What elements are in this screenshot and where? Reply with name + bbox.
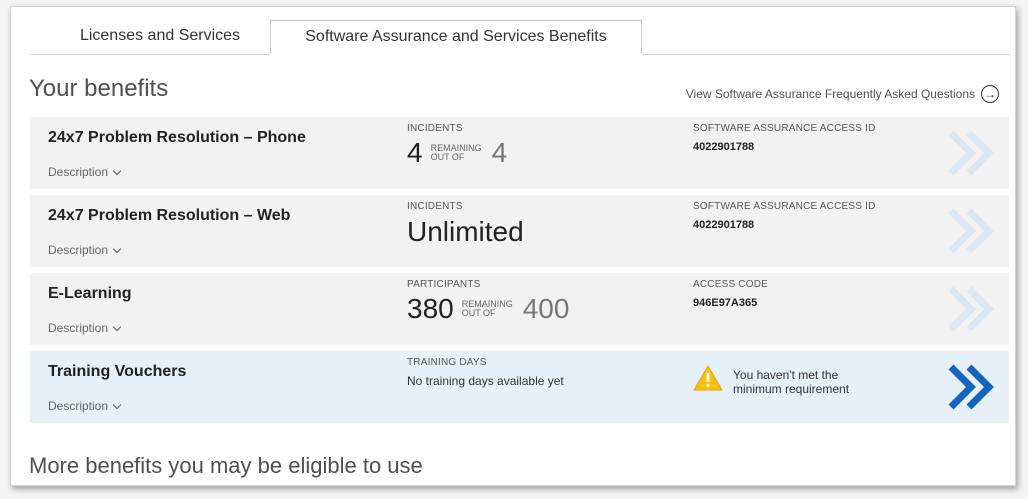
- description-label: Description: [48, 399, 109, 413]
- access-id-value: 4022901788: [693, 219, 755, 231]
- remaining-out-of-label: REMAINING OUT OF: [462, 300, 513, 318]
- chevron-down-icon: [112, 400, 122, 409]
- description-label: Description: [48, 243, 109, 257]
- remaining-out-of-label: REMAINING OUT OF: [431, 144, 482, 162]
- out-of-label: OUT OF: [430, 152, 465, 162]
- chevron-down-icon: [112, 322, 122, 331]
- requirement-warning: You haven't met the minimum requirement: [693, 365, 863, 396]
- double-chevron-right-icon[interactable]: [945, 127, 1001, 179]
- access-code-label: ACCESS CODE: [693, 279, 768, 290]
- tab-bar: Licenses and Services Software Assurance…: [30, 20, 1010, 55]
- metric-label: PARTICIPANTS: [407, 279, 481, 290]
- description-toggle[interactable]: Description: [48, 399, 122, 413]
- out-of-label: OUT OF: [461, 308, 496, 318]
- benefit-row-web: 24x7 Problem Resolution – Web Descriptio…: [30, 195, 1009, 267]
- unlimited-value: Unlimited: [407, 216, 524, 247]
- benefit-title: E-Learning: [48, 285, 132, 302]
- access-id-column: SOFTWARE ASSURANCE ACCESS ID 4022901788: [693, 201, 876, 231]
- description-toggle[interactable]: Description: [48, 243, 122, 257]
- chevron-down-icon: [112, 166, 122, 175]
- double-chevron-right-icon[interactable]: [945, 205, 1001, 257]
- access-id-label: SOFTWARE ASSURANCE ACCESS ID: [693, 201, 876, 212]
- access-id-value: 4022901788: [693, 141, 755, 153]
- participant-counter: 380 REMAINING OUT OF 400: [407, 294, 569, 324]
- faq-link[interactable]: View Software Assurance Frequently Asked…: [686, 85, 999, 103]
- incidents-column: INCIDENTS Unlimited: [407, 201, 524, 248]
- description-toggle[interactable]: Description: [48, 165, 122, 179]
- total-count: 4: [491, 137, 508, 168]
- access-code-value: 946E97A365: [693, 297, 758, 309]
- benefit-title: 24x7 Problem Resolution – Web: [48, 207, 291, 224]
- total-count: 400: [522, 293, 570, 324]
- training-days-status: No training days available yet: [407, 374, 564, 388]
- metric-label: TRAINING DAYS: [407, 357, 487, 368]
- metric-label: INCIDENTS: [407, 123, 463, 134]
- access-code-column: ACCESS CODE 946E97A365: [693, 279, 768, 309]
- tab-software-assurance-benefits[interactable]: Software Assurance and Services Benefits: [270, 20, 642, 55]
- description-label: Description: [48, 321, 109, 335]
- remaining-count: 4: [407, 137, 423, 168]
- warning-icon: [693, 365, 723, 391]
- double-chevron-right-icon[interactable]: [945, 283, 1001, 335]
- metric-label: INCIDENTS: [407, 201, 463, 212]
- warning-text: You haven't met the minimum requirement: [733, 368, 850, 396]
- benefit-title: 24x7 Problem Resolution – Phone: [48, 129, 306, 146]
- access-id-column: SOFTWARE ASSURANCE ACCESS ID 4022901788: [693, 123, 876, 153]
- remaining-count: 380: [407, 293, 454, 324]
- benefit-title: Training Vouchers: [48, 363, 187, 380]
- benefit-row-elearning: E-Learning Description PARTICIPANTS 380 …: [30, 273, 1009, 345]
- participants-column: PARTICIPANTS 380 REMAINING OUT OF 400: [407, 279, 569, 324]
- benefit-row-training-vouchers: Training Vouchers Description TRAINING D…: [30, 351, 1009, 423]
- faq-link-label: View Software Assurance Frequently Asked…: [685, 87, 975, 101]
- incident-counter: 4 REMAINING OUT OF 4: [407, 138, 507, 168]
- benefits-panel: Licenses and Services Software Assurance…: [10, 6, 1016, 486]
- training-days-column: TRAINING DAYS No training days available…: [407, 357, 564, 388]
- benefit-row-phone: 24x7 Problem Resolution – Phone Descript…: [30, 117, 1009, 189]
- double-chevron-right-icon[interactable]: [945, 361, 1001, 413]
- tab-licenses-and-services[interactable]: Licenses and Services: [60, 20, 260, 54]
- incidents-column: INCIDENTS 4 REMAINING OUT OF 4: [407, 123, 507, 168]
- more-benefits-heading: More benefits you may be eligible to use: [29, 453, 423, 478]
- access-id-label: SOFTWARE ASSURANCE ACCESS ID: [693, 123, 876, 134]
- chevron-down-icon: [112, 244, 122, 253]
- page-title: Your benefits: [29, 75, 169, 102]
- description-label: Description: [48, 165, 109, 179]
- description-toggle[interactable]: Description: [48, 321, 122, 335]
- arrow-right-circle-icon: →: [981, 85, 999, 103]
